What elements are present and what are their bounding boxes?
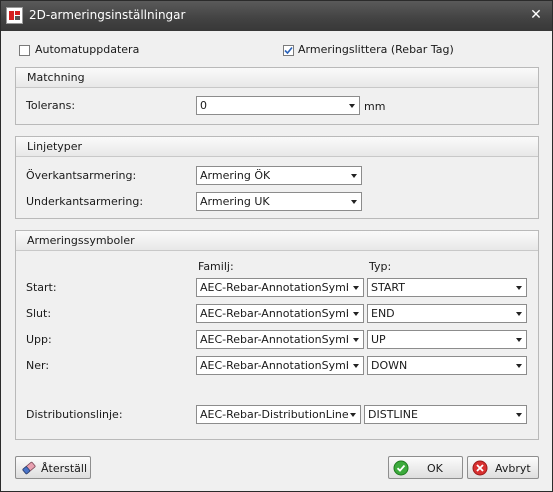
down-type-value: DOWN <box>371 359 408 372</box>
auto-update-label: Automatuppdatera <box>35 43 140 56</box>
app-icon <box>6 7 23 24</box>
type-column-header: Typ: <box>369 260 392 273</box>
title-bar[interactable]: 2D-armeringsinställningar ✕ <box>1 1 552 31</box>
symbol-row-label: Upp: <box>26 333 52 346</box>
rebar-tag-label: Armeringslittera (Rebar Tag) <box>298 43 454 56</box>
end-family-dropdown[interactable]: AEC-Rebar-AnnotationSymbol <box>196 304 364 323</box>
down-type-dropdown[interactable]: DOWN <box>367 356 527 375</box>
top-reinforcement-dropdown[interactable]: Armering ÖK <box>196 166 362 185</box>
end-family-value: AEC-Rebar-AnnotationSymbol <box>200 307 348 320</box>
symbols-group-header: Armeringssymboler <box>16 231 538 251</box>
start-type-value: START <box>371 281 405 294</box>
chevron-down-icon <box>349 104 355 108</box>
chevron-down-icon <box>351 174 357 178</box>
tolerance-label: Tolerans: <box>26 99 76 112</box>
tolerance-unit: mm <box>364 100 386 113</box>
matching-group-title: Matchning <box>27 71 85 84</box>
reset-button-label: Återställ <box>41 462 88 475</box>
chevron-down-icon <box>353 364 359 368</box>
bottom-reinforcement-dropdown[interactable]: Armering UK <box>196 192 362 211</box>
reset-button[interactable]: Återställ <box>15 456 91 479</box>
top-reinforcement-value: Armering ÖK <box>200 169 271 182</box>
start-family-value: AEC-Rebar-AnnotationSymbol <box>200 281 348 294</box>
settings-dialog: 2D-armeringsinställningar ✕ Automatuppda… <box>0 0 553 492</box>
up-family-dropdown[interactable]: AEC-Rebar-AnnotationSymbol <box>196 330 364 349</box>
distribution-line-label: Distributionslinje: <box>26 408 123 421</box>
down-family-value: AEC-Rebar-AnnotationSymbol <box>200 359 348 372</box>
symbol-row-label: Ner: <box>26 359 50 372</box>
chevron-down-icon <box>353 286 359 290</box>
ok-button[interactable]: OK <box>388 456 463 479</box>
chevron-down-icon <box>516 286 522 290</box>
auto-update-checkbox[interactable] <box>19 45 30 56</box>
distribution-family-value: AEC-Rebar-DistributionLine <box>200 408 348 421</box>
ok-button-label: OK <box>427 462 443 475</box>
bottom-reinforcement-label: Underkantsarmering: <box>26 195 144 208</box>
cancel-button[interactable]: Avbryt <box>467 456 539 479</box>
distribution-type-dropdown[interactable]: DISTLINE <box>364 405 527 424</box>
start-type-dropdown[interactable]: START <box>367 278 527 297</box>
tolerance-dropdown[interactable]: 0 <box>196 96 360 115</box>
chevron-down-icon <box>350 413 356 417</box>
bottom-reinforcement-value: Armering UK <box>200 195 270 208</box>
window-title: 2D-armeringsinställningar <box>29 8 186 22</box>
chevron-down-icon <box>516 413 522 417</box>
checkmark-icon <box>284 46 293 55</box>
start-family-dropdown[interactable]: AEC-Rebar-AnnotationSymbol <box>196 278 364 297</box>
linetypes-group-title: Linjetyper <box>27 140 83 153</box>
distribution-type-value: DISTLINE <box>368 408 418 421</box>
chevron-down-icon <box>516 312 522 316</box>
cancel-button-label: Avbryt <box>495 462 531 475</box>
end-type-dropdown[interactable]: END <box>367 304 527 323</box>
distribution-family-dropdown[interactable]: AEC-Rebar-DistributionLine <box>196 405 361 424</box>
chevron-down-icon <box>353 312 359 316</box>
linetypes-group-header: Linjetyper <box>16 137 538 157</box>
rebar-tag-checkbox[interactable] <box>283 45 294 56</box>
down-family-dropdown[interactable]: AEC-Rebar-AnnotationSymbol <box>196 356 364 375</box>
close-button[interactable]: ✕ <box>528 7 544 23</box>
eraser-icon <box>22 461 36 475</box>
check-circle-icon <box>393 460 409 476</box>
up-family-value: AEC-Rebar-AnnotationSymbol <box>200 333 348 346</box>
top-reinforcement-label: Överkantsarmering: <box>26 169 137 182</box>
tolerance-value: 0 <box>200 99 207 112</box>
cancel-circle-icon <box>472 460 488 476</box>
symbols-group-title: Armeringssymboler <box>27 234 135 247</box>
symbol-row-label: Start: <box>26 281 57 294</box>
symbol-row-label: Slut: <box>26 307 52 320</box>
family-column-header: Familj: <box>198 260 234 273</box>
chevron-down-icon <box>351 200 357 204</box>
up-type-value: UP <box>371 333 386 346</box>
chevron-down-icon <box>353 338 359 342</box>
end-type-value: END <box>371 307 395 320</box>
chevron-down-icon <box>516 338 522 342</box>
chevron-down-icon <box>516 364 522 368</box>
matching-group-header: Matchning <box>16 68 538 88</box>
up-type-dropdown[interactable]: UP <box>367 330 527 349</box>
